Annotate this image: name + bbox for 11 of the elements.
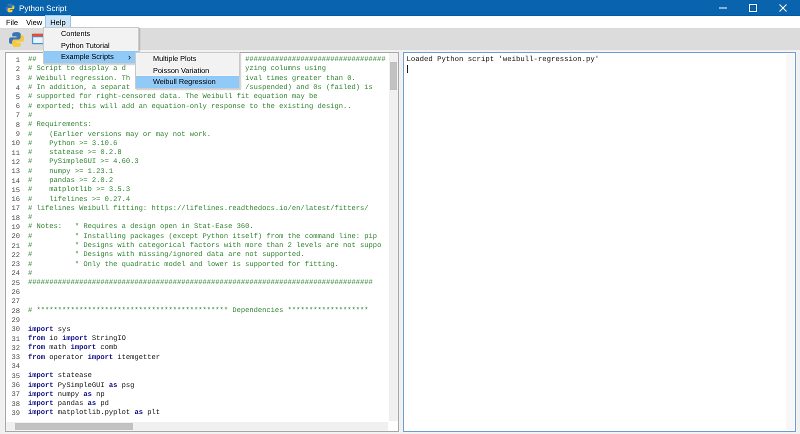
python-logo-icon bbox=[5, 3, 15, 13]
horizontal-scrollbar[interactable] bbox=[6, 422, 388, 431]
close-icon[interactable] bbox=[778, 3, 788, 13]
window-title: Python Script bbox=[19, 4, 67, 12]
python-logo-icon[interactable] bbox=[8, 30, 25, 48]
maximize-icon[interactable] bbox=[748, 3, 758, 13]
window-icon[interactable] bbox=[31, 31, 45, 47]
vertical-scrollbar[interactable] bbox=[388, 53, 398, 421]
text-cursor bbox=[406, 65, 408, 73]
code-editor[interactable] bbox=[5, 52, 398, 432]
vertical-scrollbar[interactable] bbox=[786, 53, 795, 431]
